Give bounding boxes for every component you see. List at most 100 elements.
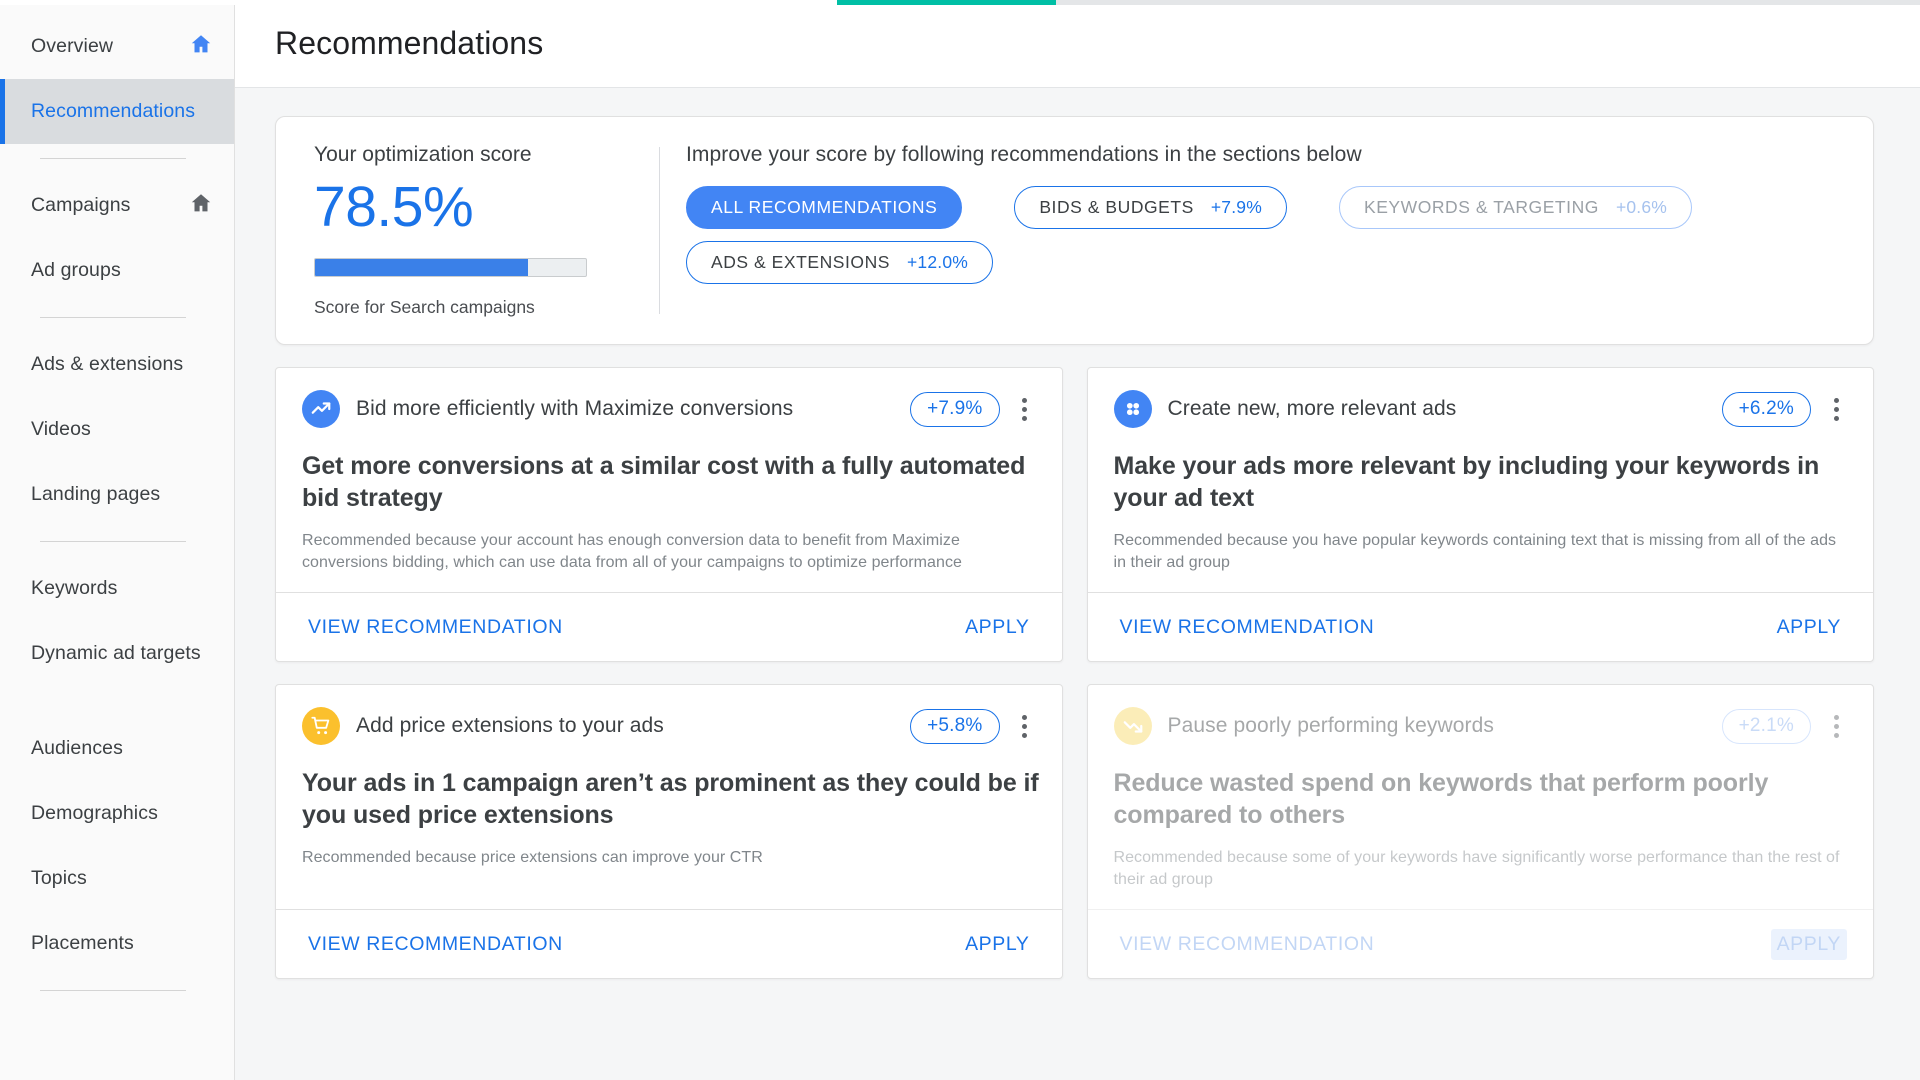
- sidebar-divider: [40, 158, 186, 159]
- filter-chip-delta: +12.0%: [906, 252, 969, 272]
- filter-chip-label: ADS & EXTENSIONS: [711, 252, 890, 272]
- four-dots-icon: [1113, 390, 1152, 428]
- score-label: Your optimization score: [314, 143, 532, 166]
- page-title: Recommendations: [275, 25, 544, 61]
- sidebar-item-overview[interactable]: Overview: [0, 14, 234, 79]
- recommendation-footer: VIEW RECOMMENDATION APPLY: [276, 592, 1062, 661]
- recommendation-reason: Recommended because your account has eno…: [302, 532, 962, 572]
- trending-up-icon: [302, 390, 340, 428]
- recommendation-footer: VIEW RECOMMENDATION APPLY: [1087, 909, 1873, 978]
- filter-chip-ads-extensions[interactable]: ADS & EXTENSIONS +12.0%: [686, 241, 994, 284]
- recommendation-headline: Your ads in 1 campaign aren’t as promine…: [302, 769, 1039, 830]
- sidebar-item-videos[interactable]: Videos: [0, 397, 234, 462]
- recommendation-header: Pause poorly performing keywords +2.1%: [1113, 707, 1852, 746]
- recommendation-score-delta-badge: +6.2%: [1721, 391, 1811, 427]
- page-header: Recommendations: [235, 0, 1920, 88]
- sidebar-item-label: Overview: [31, 35, 114, 57]
- view-recommendation-button[interactable]: VIEW RECOMMENDATION: [302, 612, 569, 643]
- filter-chip-keywords-targeting[interactable]: KEYWORDS & TARGETING +0.6%: [1338, 186, 1693, 229]
- filter-chip-label: BIDS & BUDGETS: [1039, 197, 1194, 217]
- recommendation-headline: Get more conversions at a similar cost w…: [302, 452, 1026, 512]
- recommendation-filter-chips: ALL RECOMMENDATIONS BIDS & BUDGETS +7.9% KE…: [686, 186, 1843, 296]
- sidebar-item-recommendations[interactable]: Recommendations: [0, 79, 234, 144]
- recommendation-headline: Make your ads more relevant by including…: [1113, 452, 1820, 512]
- recommendation-title: Bid more efficiently with Maximize conve…: [356, 397, 794, 420]
- filter-chip-delta: +7.9%: [1210, 197, 1262, 217]
- recommendation-header: Create new, more relevant ads +6.2%: [1113, 390, 1852, 428]
- sidebar-item-label: Landing pages: [31, 483, 161, 505]
- apply-button[interactable]: APPLY: [959, 612, 1035, 643]
- sidebar-item-demographics[interactable]: Demographics: [0, 781, 234, 846]
- sidebar-divider: [40, 990, 186, 991]
- apply-button[interactable]: APPLY: [959, 929, 1035, 960]
- sidebar-item-label: Ad groups: [31, 259, 121, 281]
- recommendation-header: Add price extensions to your ads +5.8%: [302, 707, 1040, 746]
- sidebar-item-label: Dynamic ad targets: [31, 642, 201, 664]
- home-icon: [188, 32, 214, 62]
- sidebar-item-dynamic-ad-targets[interactable]: Dynamic ad targets: [0, 621, 234, 686]
- sidebar-item-label: Audiences: [31, 737, 123, 759]
- sidebar-item-label: Keywords: [31, 577, 118, 599]
- score-value: 78.5%: [314, 175, 474, 239]
- score-improve-panel: Improve your score by following recommen…: [660, 143, 1843, 318]
- recommendations-grid: Bid more efficiently with Maximize conve…: [275, 367, 1874, 980]
- trending-down-icon: [1113, 707, 1152, 746]
- view-recommendation-button[interactable]: VIEW RECOMMENDATION: [302, 929, 569, 960]
- sidebar-item-label: Ads & extensions: [31, 353, 184, 375]
- recommendation-body: Create new, more relevant ads +6.2% Make y…: [1088, 368, 1874, 592]
- sidebar-item-campaigns[interactable]: Campaigns: [0, 173, 234, 238]
- recommendation-score-delta-badge: +7.9%: [910, 391, 1000, 427]
- score-sub-label: Score for Search campaigns: [314, 297, 535, 317]
- filter-chip-label: ALL RECOMMENDATIONS: [711, 197, 938, 217]
- recommendation-body: Add price extensions to your ads +5.8% You…: [276, 685, 1062, 909]
- sidebar-item-ad-groups[interactable]: Ad groups: [0, 238, 234, 303]
- sidebar-item-label: Placements: [31, 932, 134, 954]
- view-recommendation-button[interactable]: VIEW RECOMMENDATION: [1114, 929, 1381, 960]
- filter-chip-delta: +0.6%: [1615, 197, 1668, 217]
- more-options-icon[interactable]: [1010, 390, 1040, 428]
- sidebar-item-label: Videos: [31, 418, 91, 440]
- recommendation-title: Add price extensions to your ads: [356, 714, 664, 738]
- filter-chip-all-recommendations[interactable]: ALL RECOMMENDATIONS: [686, 186, 963, 229]
- sidebar-item-label: Topics: [31, 867, 87, 889]
- recommendation-body: Pause poorly performing keywords +2.1% Red…: [1088, 685, 1874, 909]
- filter-chip-label: KEYWORDS & TARGETING: [1363, 197, 1599, 217]
- recommendation-card: Bid more efficiently with Maximize conve…: [275, 367, 1063, 663]
- improve-text: Improve your score by following recommen…: [686, 143, 1362, 166]
- recommendation-reason: Recommended because price extensions can…: [302, 849, 763, 867]
- sidebar-item-audiences[interactable]: Audiences: [0, 716, 234, 781]
- sidebar-item-label: Campaigns: [31, 194, 131, 216]
- more-options-icon[interactable]: [1010, 707, 1040, 745]
- score-summary: Your optimization score 78.5% Score for …: [314, 143, 659, 318]
- recommendation-body: Bid more efficiently with Maximize conve…: [276, 368, 1062, 592]
- recommendation-reason: Recommended because you have popular key…: [1113, 532, 1837, 572]
- recommendation-footer: VIEW RECOMMENDATION APPLY: [1087, 592, 1873, 661]
- sidebar-item-topics[interactable]: Topics: [0, 846, 234, 911]
- apply-button[interactable]: APPLY: [1771, 612, 1847, 643]
- sidebar-divider: [40, 317, 186, 318]
- sidebar-item-keywords[interactable]: Keywords: [0, 556, 234, 621]
- sidebar-item-ads-extensions[interactable]: Ads & extensions: [0, 332, 234, 397]
- sidebar-item-landing-pages[interactable]: Landing pages: [0, 462, 234, 527]
- apply-button[interactable]: APPLY: [1770, 928, 1847, 960]
- loading-bar-fill: [837, 0, 1056, 5]
- optimization-score-card: Your optimization score 78.5% Score for …: [275, 116, 1874, 345]
- scroll-area: Your optimization score 78.5% Score for …: [235, 88, 1920, 980]
- more-options-icon[interactable]: [1821, 707, 1851, 745]
- recommendation-title: Pause poorly performing keywords: [1167, 714, 1495, 738]
- sidebar-divider: [40, 541, 186, 542]
- recommendation-title: Create new, more relevant ads: [1167, 397, 1457, 420]
- sidebar-item-placements[interactable]: Placements: [0, 911, 234, 976]
- main-content: Recommendations Your optimization score …: [235, 0, 1920, 1080]
- recommendation-card: Pause poorly performing keywords +2.1% Red…: [1086, 684, 1874, 980]
- filter-chip-bids-budgets[interactable]: BIDS & BUDGETS +7.9%: [1014, 186, 1287, 229]
- recommendation-card: Create new, more relevant ads +6.2% Make y…: [1086, 367, 1874, 663]
- view-recommendation-button[interactable]: VIEW RECOMMENDATION: [1114, 612, 1381, 643]
- score-progress-bar: [314, 258, 587, 277]
- recommendation-reason: Recommended because some of your keyword…: [1113, 849, 1840, 889]
- loading-bar-track: [0, 0, 837, 5]
- score-progress-fill: [315, 259, 528, 276]
- sidebar: Overview Recommendations Campaigns Ad group…: [0, 0, 235, 1080]
- more-options-icon[interactable]: [1821, 390, 1851, 428]
- recommendation-card: Add price extensions to your ads +5.8% You…: [275, 684, 1063, 980]
